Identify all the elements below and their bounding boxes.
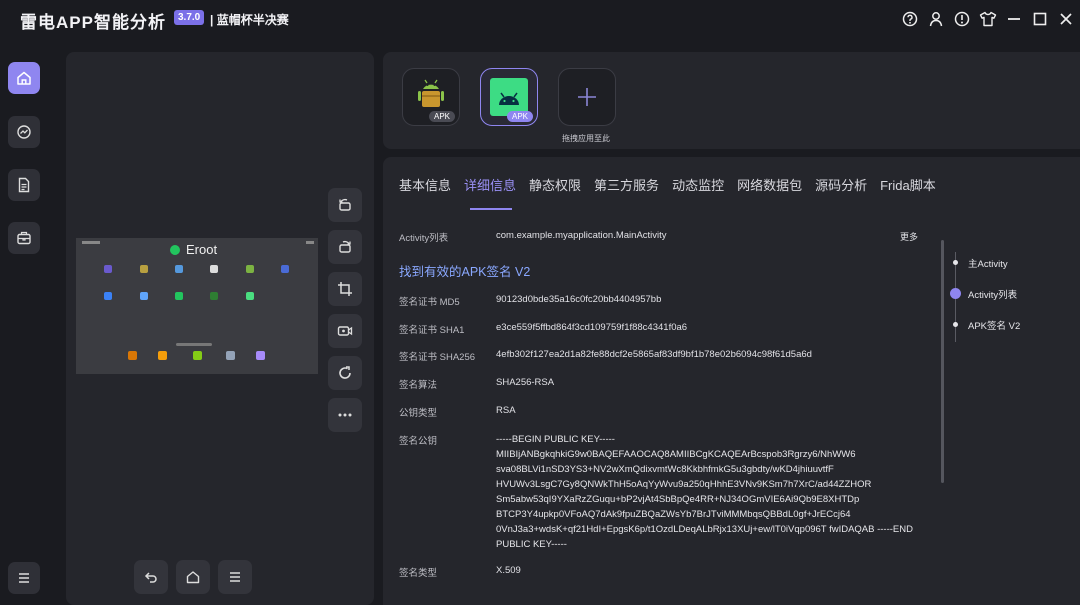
add-apk-button[interactable] bbox=[558, 68, 616, 126]
row-value: RSA bbox=[496, 405, 516, 416]
tab-static-permissions[interactable]: 静态权限 bbox=[529, 175, 581, 194]
crop-icon bbox=[338, 282, 352, 296]
close-icon[interactable] bbox=[1056, 9, 1076, 29]
detail-scrollbar[interactable] bbox=[941, 240, 944, 483]
apk-list-panel: APK APK bbox=[383, 52, 1080, 149]
record-button[interactable] bbox=[328, 314, 362, 348]
pubkey-line: 0VnJ3a3+wdsK+qf21HdI+EpgsK6p/t1OzdLDeqAL… bbox=[496, 524, 913, 535]
plus-icon bbox=[578, 88, 596, 106]
row-value: SHA256-RSA bbox=[496, 377, 555, 388]
home-icon bbox=[186, 571, 200, 584]
toolbox-icon bbox=[17, 231, 31, 245]
nav-analysis-button[interactable] bbox=[8, 116, 40, 148]
activity-label: Activity列表 bbox=[399, 233, 449, 244]
active-tab-indicator bbox=[470, 208, 512, 210]
version-badge: 3.7.0 bbox=[174, 10, 205, 25]
tab-dynamic-monitor[interactable]: 动态监控 bbox=[672, 175, 724, 194]
emulator-home-screen bbox=[76, 238, 318, 374]
rotate-left-icon bbox=[339, 198, 351, 211]
public-key-block: -----BEGIN PUBLIC KEY----- MIIBIjANBgkqh… bbox=[496, 432, 941, 552]
activity-value: com.example.myapplication.MainActivity bbox=[496, 230, 667, 241]
tab-source-analysis[interactable]: 源码分析 bbox=[815, 175, 867, 194]
analysis-icon bbox=[17, 125, 31, 139]
refresh-button[interactable] bbox=[328, 356, 362, 390]
document-icon bbox=[18, 177, 30, 193]
row-value: e3ce559f5ffbd864f3cd109759f1f88c4341f0a6 bbox=[496, 322, 688, 333]
menu-icon bbox=[19, 573, 29, 583]
rotate-right-icon bbox=[339, 240, 351, 253]
more-link[interactable]: 更多 bbox=[900, 230, 918, 243]
maximize-icon[interactable] bbox=[1030, 9, 1050, 29]
title-bar: 雷电APP智能分析 3.7.0 | 蓝帽杯半决赛 bbox=[0, 0, 1080, 38]
tab-detail-info[interactable]: 详细信息 bbox=[464, 175, 516, 194]
apk-tag: APK bbox=[506, 111, 533, 122]
row-label: 签名证书 MD5 bbox=[399, 297, 460, 308]
row-value: 4efb302f127ea2d1a82fe88dcf2e5865af83df9b… bbox=[496, 349, 812, 360]
tab-bar: 基本信息 详细信息 静态权限 第三方服务 动态监控 网络数据包 源码分析 Fri… bbox=[399, 175, 936, 194]
row-label: 签名证书 SHA256 bbox=[399, 352, 476, 363]
rotate-right-button[interactable] bbox=[328, 230, 362, 264]
pubkey-line: HVUWv3LsgC7Gy8QNWkThH5oAqYyWvu9a250qHhhE… bbox=[496, 479, 872, 490]
row-label: 签名证书 SHA1 bbox=[399, 325, 465, 336]
window-controls bbox=[900, 9, 1076, 29]
nav-home-button[interactable] bbox=[8, 62, 40, 94]
device-screen[interactable]: Eroot bbox=[76, 238, 318, 374]
record-icon bbox=[337, 326, 353, 336]
pubkey-line: sva08BLVi1nSD3YS3+NV2wXmQdixvmtWc8Kkbhfm… bbox=[496, 464, 834, 475]
outline-item-apk-signature[interactable]: APK签名 V2 bbox=[968, 318, 1020, 332]
refresh-icon bbox=[339, 366, 351, 379]
pubkey-line: -----BEGIN PUBLIC KEY----- bbox=[496, 434, 615, 445]
pubkey-line: BTCP3Y4upkp0VFoAQ7dAk9fpuZBQaZWsYb7BrJTv… bbox=[496, 509, 851, 520]
home-icon bbox=[17, 71, 31, 85]
outline-dot bbox=[953, 260, 958, 265]
alert-icon[interactable] bbox=[952, 9, 972, 29]
row-label: 签名算法 bbox=[399, 380, 438, 391]
tab-network-packets[interactable]: 网络数据包 bbox=[737, 175, 802, 194]
tab-frida-script[interactable]: Frida脚本 bbox=[880, 175, 936, 194]
signature-found-heading: 找到有效的APK签名 V2 bbox=[399, 265, 531, 279]
device-screen-label: Eroot bbox=[186, 242, 218, 257]
detail-panel: 基本信息 详细信息 静态权限 第三方服务 动态监控 网络数据包 源码分析 Fri… bbox=[383, 157, 1080, 605]
nav-menu-button[interactable] bbox=[8, 562, 40, 594]
apk-tag: APK bbox=[428, 111, 455, 122]
pubkey-line: MIIBIjANBgkqhkiG9w0BAQEFAAOCAQ8AMIIBCgKC… bbox=[496, 449, 856, 460]
nav-toolbox-button[interactable] bbox=[8, 222, 40, 254]
device-back-button[interactable] bbox=[134, 560, 168, 594]
menu-icon bbox=[230, 572, 240, 582]
outline-item-main-activity[interactable]: 主Activity bbox=[968, 256, 1008, 270]
pubkey-line: PUBLIC KEY----- bbox=[496, 539, 567, 550]
row-value: 90123d0bde35a16c0fc20bb4404957bb bbox=[496, 294, 662, 305]
app-title: 雷电APP智能分析 bbox=[20, 13, 166, 32]
more-tools-button[interactable] bbox=[328, 398, 362, 432]
sig-type-label: 签名类型 bbox=[399, 568, 438, 579]
tab-third-party-services[interactable]: 第三方服务 bbox=[594, 175, 659, 194]
contest-subtitle: | 蓝帽杯半决赛 bbox=[210, 13, 289, 27]
sig-type-value: X.509 bbox=[496, 565, 521, 576]
crop-button[interactable] bbox=[328, 272, 362, 306]
pubkey-label: 签名公钥 bbox=[399, 436, 438, 447]
row-label: 公钥类型 bbox=[399, 408, 438, 419]
user-icon[interactable] bbox=[926, 9, 946, 29]
pubkey-line: Sm5abw53qI9YXaRzZGuqu+bP2vjAt4SbBpQe4RR+… bbox=[496, 494, 860, 505]
device-menu-button[interactable] bbox=[218, 560, 252, 594]
help-icon[interactable] bbox=[900, 9, 920, 29]
rotate-left-button[interactable] bbox=[328, 188, 362, 222]
outline-item-activity-list[interactable]: Activity列表 bbox=[968, 287, 1017, 301]
nav-document-button[interactable] bbox=[8, 169, 40, 201]
left-nav bbox=[0, 50, 48, 605]
apk-item[interactable]: APK bbox=[402, 68, 460, 126]
back-icon bbox=[144, 572, 157, 583]
tab-basic-info[interactable]: 基本信息 bbox=[399, 175, 451, 194]
minimize-icon[interactable] bbox=[1004, 9, 1024, 29]
device-home-button[interactable] bbox=[176, 560, 210, 594]
outline-dot-active bbox=[950, 288, 961, 299]
drag-app-hint: 拖拽应用至此 bbox=[562, 134, 610, 143]
shirt-icon[interactable] bbox=[978, 9, 998, 29]
more-icon bbox=[338, 413, 352, 417]
outline-dot bbox=[953, 322, 958, 327]
apk-item-selected[interactable]: APK bbox=[480, 68, 538, 126]
